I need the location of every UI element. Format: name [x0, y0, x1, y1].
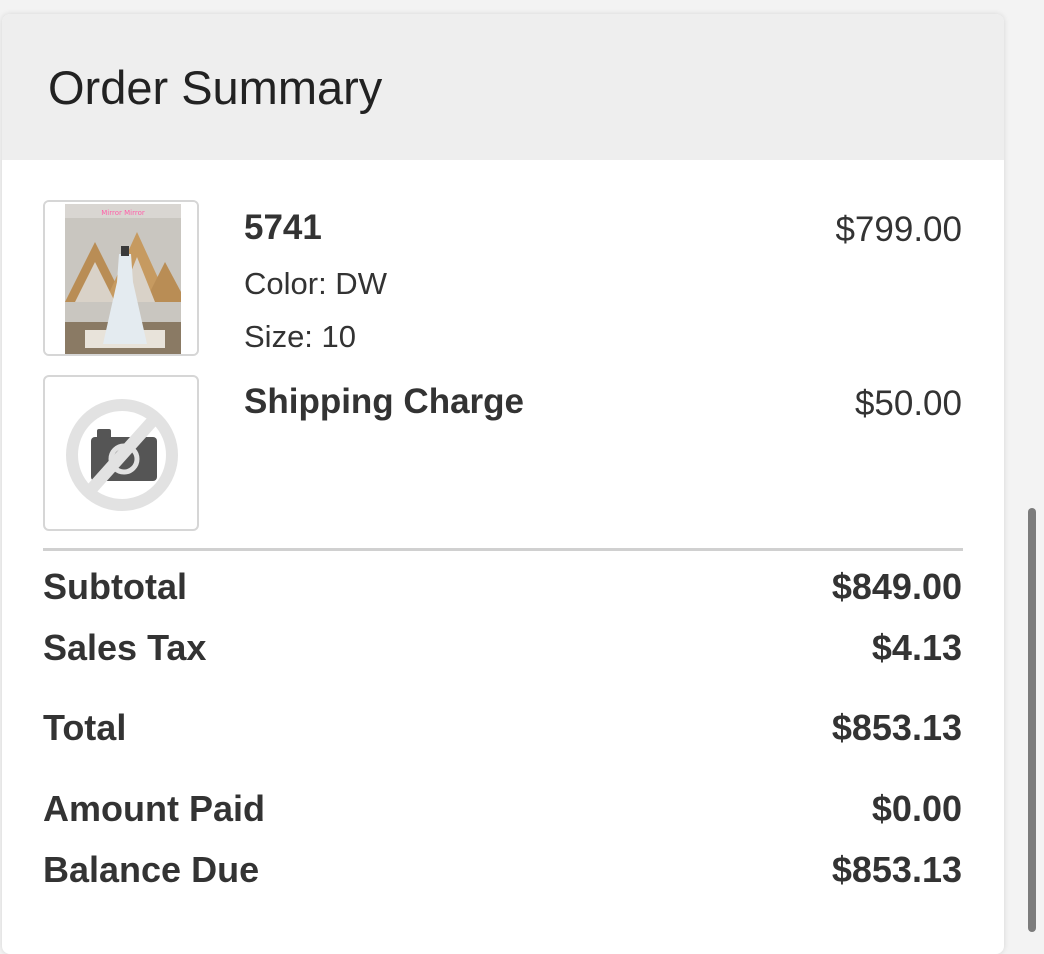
item-color: Color: DW: [244, 266, 387, 301]
totals-divider: [43, 548, 963, 551]
shipping-charge-price: $50.00: [854, 384, 962, 423]
balance-due-value: $853.13: [831, 849, 962, 890]
sales-tax-value: $4.13: [871, 627, 962, 668]
sales-tax-label: Sales Tax: [43, 627, 207, 668]
dress-photo: Mirror Mirror: [45, 202, 197, 354]
total-value: $853.13: [831, 707, 962, 748]
balance-due-label: Balance Due: [43, 849, 260, 890]
order-summary-card: Order Summary Mirror Mirror 5741 Color: …: [2, 14, 1004, 954]
shipping-thumbnail: [43, 375, 199, 531]
no-image-icon: [66, 399, 178, 511]
page-title: Order Summary: [48, 61, 383, 114]
total-label: Total: [43, 707, 127, 748]
amount-paid-label: Amount Paid: [43, 788, 265, 829]
order-summary-header: Order Summary: [2, 14, 1004, 160]
shipping-charge-name: Shipping Charge: [244, 382, 524, 421]
svg-text:Mirror Mirror: Mirror Mirror: [101, 209, 145, 217]
amount-paid-value: $0.00: [871, 788, 962, 829]
subtotal-label: Subtotal: [43, 566, 187, 607]
scrollbar-thumb[interactable]: [1028, 508, 1036, 932]
item-price: $799.00: [835, 210, 962, 249]
item-size: Size: 10: [244, 319, 357, 354]
item-name: 5741: [244, 208, 322, 247]
product-thumbnail[interactable]: Mirror Mirror: [43, 200, 199, 356]
subtotal-value: $849.00: [831, 566, 962, 607]
